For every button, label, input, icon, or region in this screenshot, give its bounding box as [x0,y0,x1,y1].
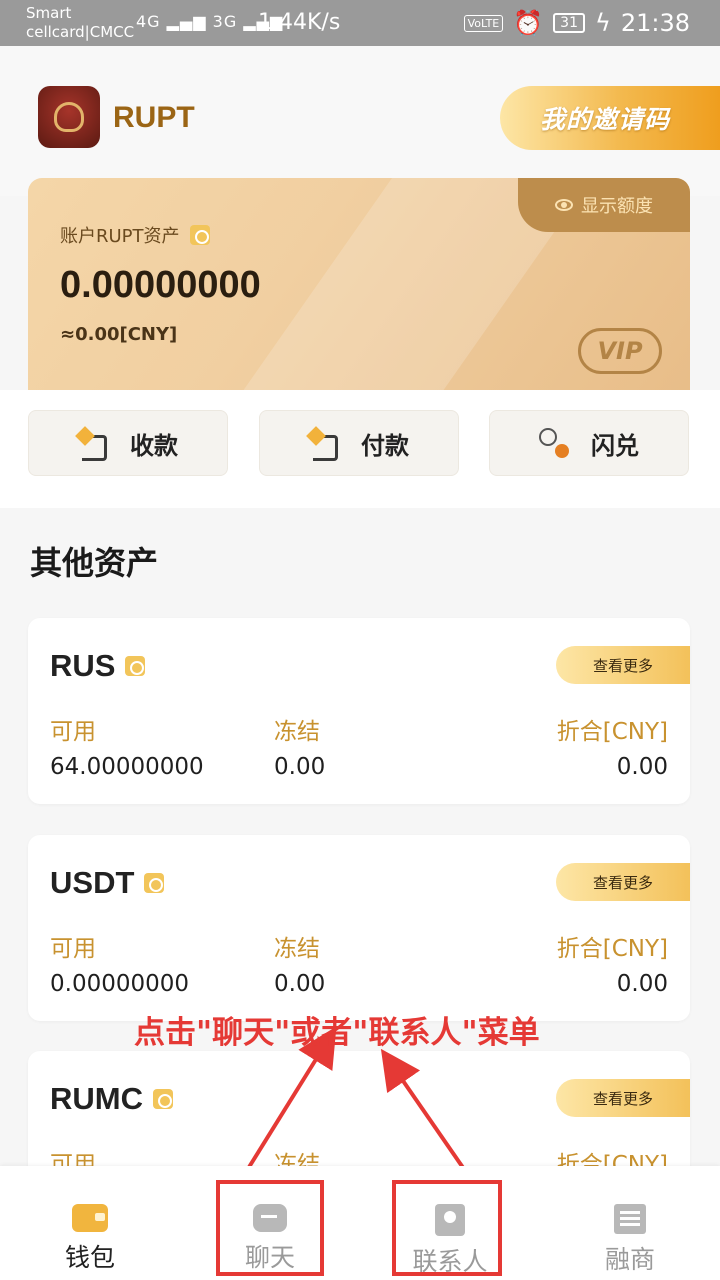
arrow-to-chat [244,1026,337,1174]
bottom-nav: 钱包 聊天 联系人 融商 [0,1166,720,1280]
annotation-arrows [244,1026,468,1174]
merchant-icon [614,1204,646,1234]
nav-wallet-label: 钱包 [64,1243,115,1272]
nav-wallet[interactable]: 钱包 [0,1166,180,1280]
nav-merchant[interactable]: 融商 [540,1166,720,1280]
wallet-icon [72,1204,108,1232]
annotation-text: 点击"聊天"或者"联系人"菜单 [134,1015,540,1051]
highlight-box-contacts [392,1180,502,1276]
arrow-to-contacts [380,1048,468,1174]
nav-merchant-label: 融商 [604,1245,655,1274]
highlight-box-chat [216,1180,324,1276]
